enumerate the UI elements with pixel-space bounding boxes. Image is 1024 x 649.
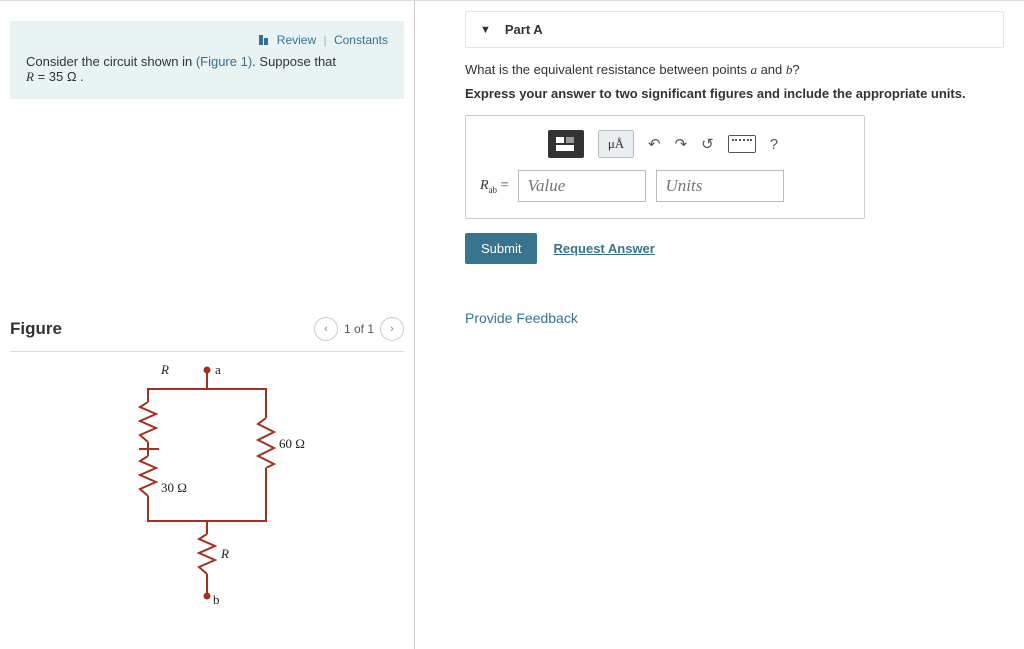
circuit-figure: a R 30 Ω 60 Ω (77, 362, 337, 622)
undo-icon[interactable]: ↶ (648, 135, 661, 153)
request-answer-link[interactable]: Request Answer (553, 241, 654, 256)
submit-button[interactable]: Submit (465, 233, 537, 264)
question-text: What is the equivalent resistance betwee… (465, 62, 1004, 78)
r60-label: 60 Ω (279, 436, 305, 452)
units-tool-button[interactable]: μÅ (598, 130, 634, 158)
redo-icon[interactable]: ↷ (675, 135, 688, 153)
r30-label: 30 Ω (161, 480, 187, 496)
figure-heading: Figure (10, 319, 314, 339)
review-link[interactable]: Review (277, 33, 316, 47)
keyboard-icon[interactable] (728, 135, 756, 153)
r-top-label: R (161, 362, 169, 378)
template-tool-button[interactable] (548, 130, 584, 158)
answer-panel: μÅ ↶ ↷ ↺ ? Rab = (465, 115, 865, 219)
node-a-label: a (215, 362, 221, 378)
units-input[interactable] (656, 170, 784, 202)
part-header[interactable]: ▼ Part A (465, 11, 1004, 48)
figure-link[interactable]: (Figure 1) (196, 54, 252, 69)
problem-intro: Review | Constants Consider the circuit … (10, 21, 404, 99)
answer-instructions: Express your answer to two significant f… (465, 86, 1004, 101)
provide-feedback-link[interactable]: Provide Feedback (465, 310, 1004, 326)
answer-variable-label: Rab = (480, 178, 508, 195)
node-b-label: b (213, 592, 220, 608)
flag-icon (259, 34, 269, 48)
part-title: Part A (505, 22, 543, 37)
reset-icon[interactable]: ↺ (701, 135, 714, 153)
constants-link[interactable]: Constants (334, 33, 388, 47)
figure-pager-text: 1 of 1 (344, 322, 374, 336)
help-icon[interactable]: ? (770, 136, 778, 153)
figure-prev-button[interactable]: ‹ (314, 317, 338, 341)
figure-next-button[interactable]: › (380, 317, 404, 341)
chevron-down-icon: ▼ (480, 24, 491, 36)
value-input[interactable] (518, 170, 646, 202)
r-bottom-label: R (221, 546, 229, 562)
intro-text: Consider the circuit shown in (Figure 1)… (26, 54, 388, 85)
